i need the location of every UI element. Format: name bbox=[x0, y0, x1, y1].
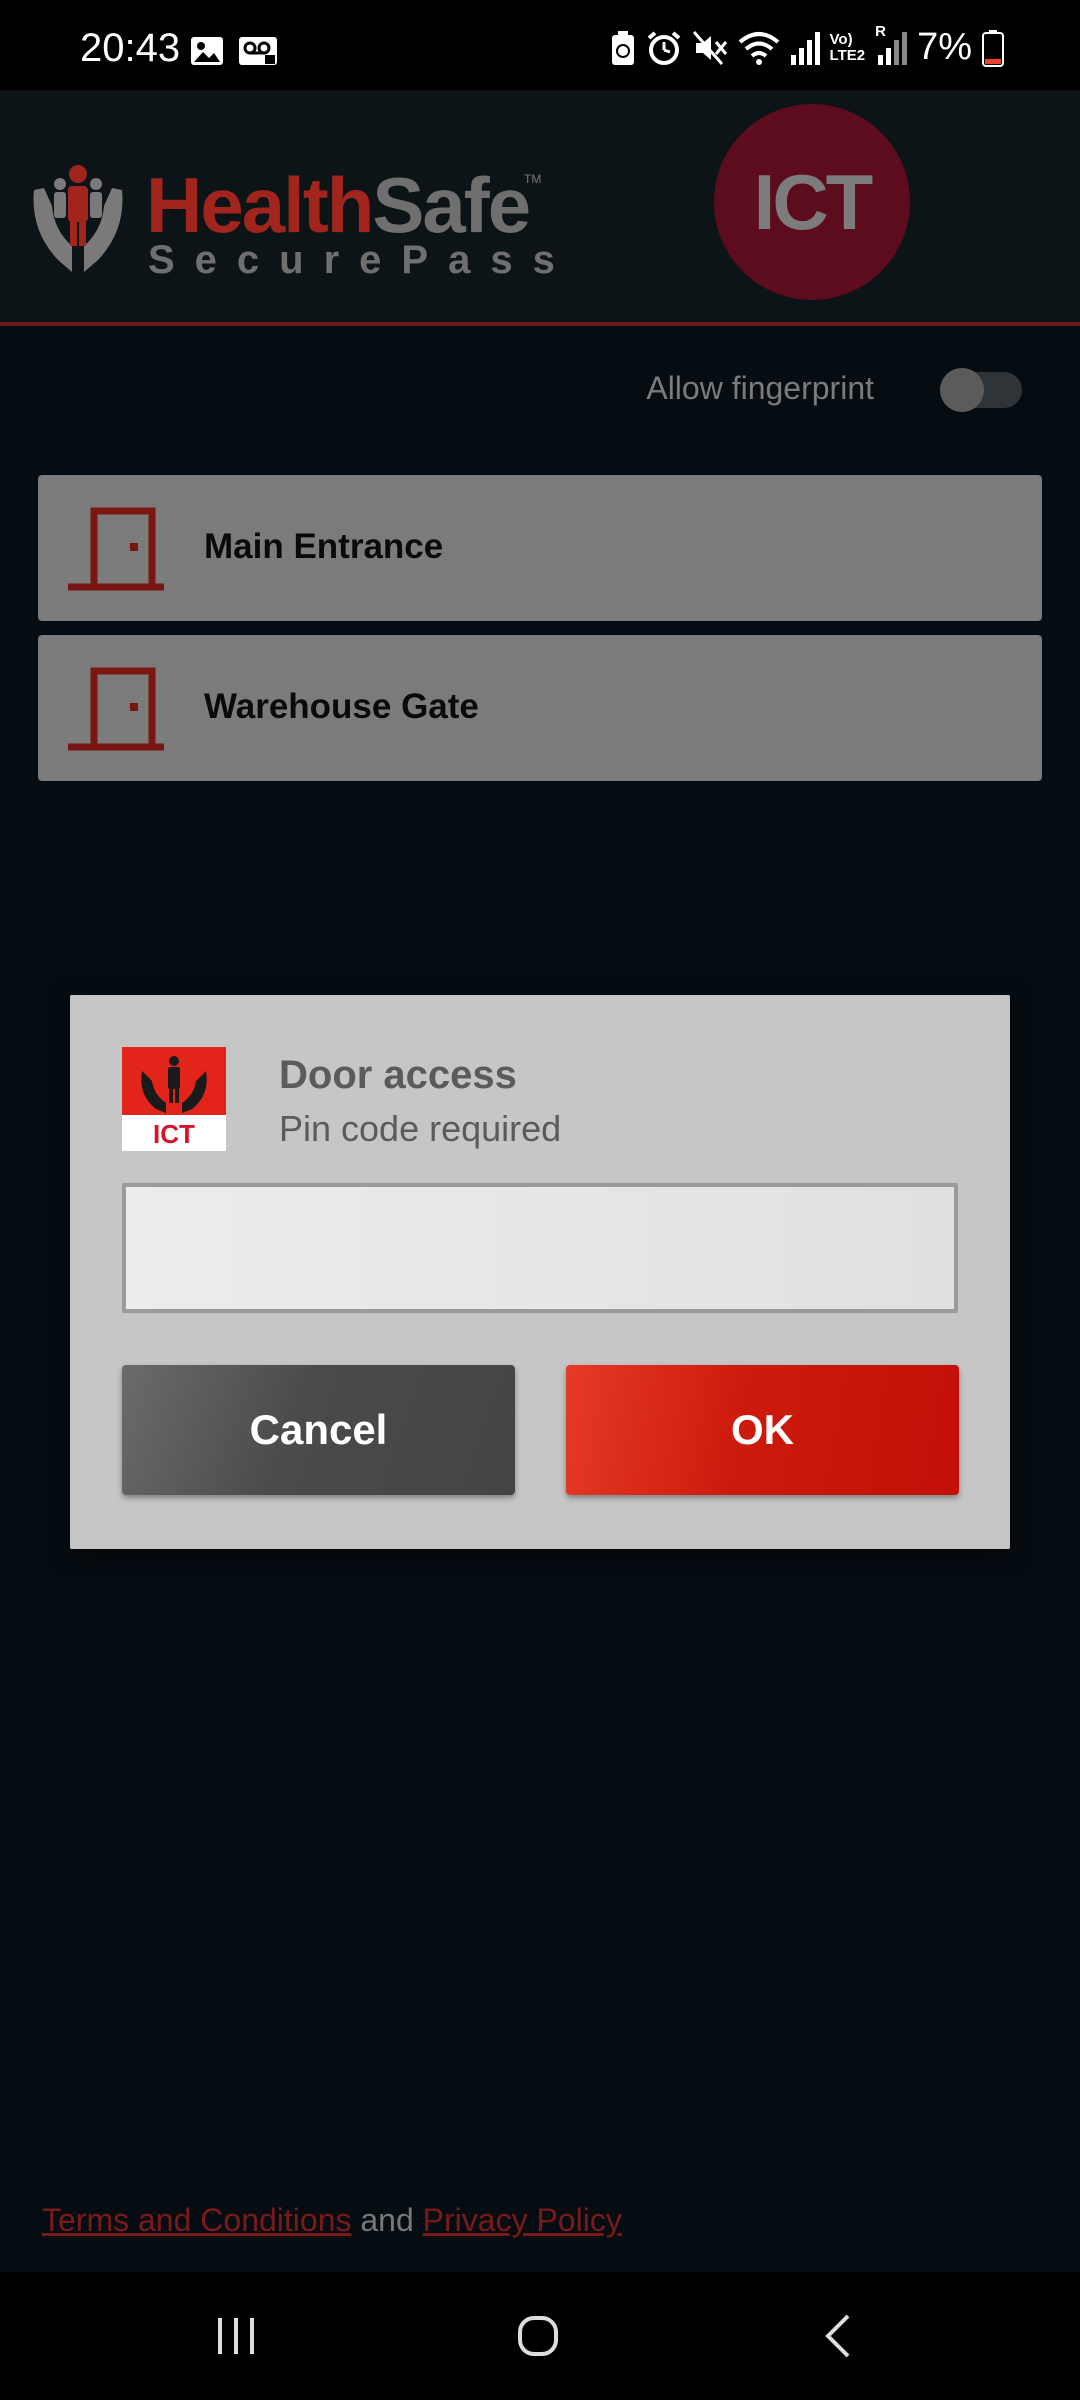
network-type: Vo) LTE2 bbox=[829, 30, 866, 64]
app-screen: HealthSafe TM SecurePass ICT Allow finge… bbox=[0, 90, 1080, 2272]
status-time: 20:43 bbox=[80, 26, 181, 70]
voicemail-icon bbox=[239, 37, 277, 65]
door-item-main-entrance[interactable]: Main Entrance bbox=[38, 475, 1042, 621]
image-icon bbox=[191, 37, 223, 65]
and-text: and bbox=[351, 2202, 423, 2238]
door-item-warehouse-gate[interactable]: Warehouse Gate bbox=[38, 635, 1042, 781]
home-icon[interactable] bbox=[508, 2306, 568, 2366]
door-access-dialog: ICT Door access Pin code required Cancel… bbox=[70, 995, 1010, 1549]
logo-tagline: SecurePass bbox=[148, 238, 575, 282]
fingerprint-toggle[interactable] bbox=[940, 368, 1022, 412]
pin-code-input[interactable] bbox=[122, 1183, 958, 1313]
system-icons: Vo) LTE2 R 7% bbox=[610, 23, 1004, 69]
door-icon bbox=[68, 507, 164, 591]
alarm-icon bbox=[647, 30, 680, 65]
fingerprint-setting: Allow fingerprint bbox=[0, 360, 1080, 420]
door-icon bbox=[68, 667, 164, 751]
mute-icon bbox=[692, 30, 727, 65]
wifi-icon bbox=[738, 31, 779, 65]
ict-logo-badge: ICT bbox=[714, 104, 910, 300]
battery-icon bbox=[982, 29, 1004, 67]
terms-link[interactable]: Terms and Conditions bbox=[42, 2202, 351, 2238]
logo-trademark: TM bbox=[524, 172, 542, 186]
notification-icons bbox=[190, 36, 278, 66]
app-header: HealthSafe TM SecurePass ICT bbox=[0, 90, 1080, 326]
system-nav-bar bbox=[0, 2272, 1080, 2400]
privacy-link[interactable]: Privacy Policy bbox=[423, 2202, 622, 2238]
hands-logo-icon bbox=[33, 165, 123, 272]
cancel-button[interactable]: Cancel bbox=[122, 1365, 515, 1495]
legal-links: Terms and Conditions and Privacy Policy bbox=[42, 2202, 622, 2239]
healthsafe-logo: HealthSafe TM SecurePass bbox=[28, 160, 555, 290]
ok-button[interactable]: OK bbox=[566, 1365, 959, 1495]
battery-percent: 7% bbox=[917, 26, 972, 68]
toggle-knob bbox=[940, 368, 984, 412]
signal-icon bbox=[790, 31, 820, 65]
fingerprint-label: Allow fingerprint bbox=[646, 370, 874, 406]
door-label: Main Entrance bbox=[204, 527, 444, 566]
app-icon: ICT bbox=[122, 1047, 226, 1151]
door-label: Warehouse Gate bbox=[204, 687, 479, 726]
signal-icon-2: R bbox=[875, 23, 908, 65]
recent-apps-icon[interactable] bbox=[206, 2306, 266, 2366]
battery-saver-icon bbox=[611, 30, 634, 65]
dialog-title: Door access bbox=[279, 1053, 517, 1097]
dialog-subtitle: Pin code required bbox=[279, 1108, 562, 1149]
app-icon-text: ICT bbox=[153, 1119, 195, 1149]
status-bar: 20:43 Vo) LTE2 R 7% bbox=[0, 0, 1080, 90]
back-icon[interactable] bbox=[810, 2306, 870, 2366]
